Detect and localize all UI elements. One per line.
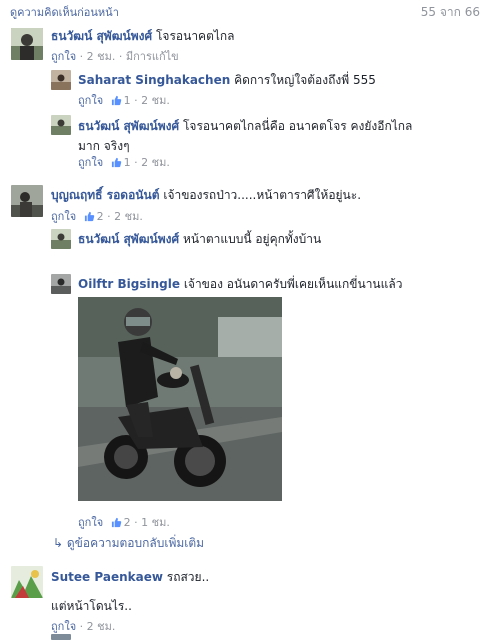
like-link[interactable]: ถูกใจ: [78, 94, 103, 107]
like-link[interactable]: ถูกใจ: [78, 516, 103, 529]
comment-counter: 55 จาก 66: [420, 5, 480, 19]
view-previous-comments-link[interactable]: ดูความคิดเห็นก่อนหน้า: [10, 3, 119, 21]
timestamp[interactable]: 2 ชม.: [87, 50, 116, 63]
comment-1-body: ธนวัฒน์ สุพัฒน์พงศ์ โจรอนาคตไกล: [51, 27, 235, 46]
reply-body: Oilftr Bigsingle เจ้าของ อนันดาครับพี่เค…: [78, 275, 402, 294]
reply-arrow-icon: ↳: [53, 536, 64, 550]
like-thumb-icon: [84, 211, 95, 222]
comment-text: เจ้าของรถป่าว.....หน้าตาราศีให้อยู่นะ.: [163, 188, 362, 202]
comment-meta: ถูกใจ · 2 ชม. · มีการแก้ไข: [51, 50, 179, 63]
timestamp[interactable]: 2 ชม.: [141, 94, 170, 107]
like-thumb-icon: [111, 95, 122, 106]
reply-text: เจ้าของ อนันดาครับพี่เคยเห็นแกขี่นานแล้ว: [183, 277, 403, 291]
timestamp[interactable]: 2 ชม.: [114, 210, 143, 223]
reply-body: ธนวัฒน์ สุพัฒน์พงศ์ โจรอนาคตไกลนี่คือ อน…: [78, 116, 473, 156]
comment-author[interactable]: Sutee Paenkaew: [51, 570, 163, 584]
like-link[interactable]: ถูกใจ: [51, 210, 76, 223]
attached-photo[interactable]: [78, 297, 282, 501]
comment-2-body: บุญณฤทธิ์ รอดอนันต์ เจ้าของรถป่าว.....หน…: [51, 186, 361, 205]
reply-author[interactable]: Oilftr Bigsingle: [78, 277, 180, 291]
like-thumb-icon: [111, 157, 122, 168]
comment-author[interactable]: ธนวัฒน์ สุพัฒน์พงศ์: [51, 29, 152, 43]
like-link[interactable]: ถูกใจ: [78, 156, 103, 169]
comment-author[interactable]: บุญณฤทธิ์ รอดอนันต์: [51, 188, 160, 202]
avatar[interactable]: [51, 115, 71, 135]
like-count[interactable]: 2: [97, 210, 104, 223]
avatar[interactable]: [51, 229, 71, 249]
avatar[interactable]: [51, 634, 71, 640]
more-replies-link[interactable]: ↳ ดูข้อความตอบกลับเพิ่มเติม: [53, 534, 204, 553]
comment-text: รถสวย..: [166, 570, 210, 584]
reply-author[interactable]: Saharat Singhakachen: [78, 73, 230, 87]
comment-text: โจรอนาคตไกล: [155, 29, 235, 43]
reply-body: ธนวัฒน์ สุพัฒน์พงศ์ หน้าตาแบบนี้ อยู่คุก…: [78, 230, 321, 249]
avatar[interactable]: [51, 274, 71, 294]
comment-text-second-line: แต่หน้าโดนไร..: [51, 599, 132, 613]
avatar[interactable]: [51, 70, 71, 90]
avatar[interactable]: [11, 185, 43, 217]
like-count[interactable]: 1: [124, 156, 131, 169]
reply-text: คิดการใหญ่ใจต้องถึงพี่ 555: [234, 73, 376, 87]
timestamp[interactable]: 1 ชม.: [141, 516, 170, 529]
reply-meta: ถูกใจ 1 · 2 ชม.: [78, 94, 170, 107]
reply-body: Saharat Singhakachen คิดการใหญ่ใจต้องถึง…: [78, 71, 376, 90]
reply-text: โจรอนาคตไกลนี่คือ อนาคตโจร คงยังอีกไกล: [182, 119, 413, 133]
like-link[interactable]: ถูกใจ: [51, 620, 76, 633]
reply-author[interactable]: ธนวัฒน์ สุพัฒน์พงศ์: [78, 232, 179, 246]
timestamp[interactable]: 2 ชม.: [141, 156, 170, 169]
like-count[interactable]: 2: [124, 516, 131, 529]
reply-author[interactable]: ธนวัฒน์ สุพัฒน์พงศ์: [78, 119, 179, 133]
comment-3-body: Sutee Paenkaew รถสวย..: [51, 568, 209, 587]
like-count[interactable]: 1: [124, 94, 131, 107]
avatar[interactable]: [11, 28, 43, 60]
reply-meta: ถูกใจ 2 · 1 ชม.: [78, 516, 170, 529]
comment-meta: ถูกใจ · 2 ชม.: [51, 620, 116, 633]
reply-text-continued: มาก จริงๆ: [78, 139, 130, 153]
comment-meta: ถูกใจ 2 · 2 ชม.: [51, 210, 143, 223]
edited-label[interactable]: มีการแก้ไข: [126, 50, 179, 63]
avatar[interactable]: [11, 566, 43, 598]
timestamp[interactable]: 2 ชม.: [87, 620, 116, 633]
like-thumb-icon: [111, 517, 122, 528]
reply-meta: ถูกใจ 1 · 2 ชม.: [78, 156, 170, 169]
reply-text: หน้าตาแบบนี้ อยู่คุกทั้งบ้าน: [182, 232, 322, 246]
like-link[interactable]: ถูกใจ: [51, 50, 76, 63]
